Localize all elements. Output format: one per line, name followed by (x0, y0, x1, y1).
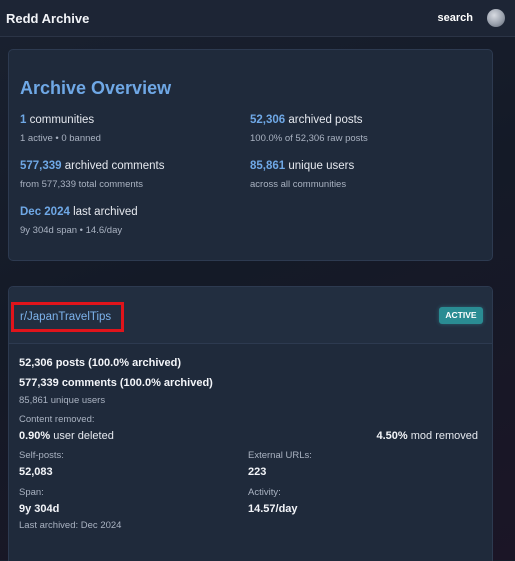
mod-removed-label: mod removed (410, 430, 478, 442)
brand-logo[interactable]: Redd Archive (6, 11, 89, 26)
user-deleted-stat: 0.90% user deleted (19, 430, 114, 442)
avatar[interactable] (487, 9, 505, 27)
status-badge: ACTIVE (439, 307, 483, 324)
stat-last-archived-label: last archived (73, 206, 138, 218)
user-deleted-pct: 0.90% (19, 430, 51, 442)
stat-users: 85,861 unique users across all communiti… (250, 160, 470, 190)
stat-comments: 577,339 archived comments from 577,339 t… (20, 160, 240, 190)
stat-posts: 52,306 archived posts 100.0% of 52,306 r… (250, 114, 470, 144)
posts-summary: 52,306 posts (100.0% archived) (19, 357, 182, 369)
stat-posts-value: 52,306 (250, 114, 286, 126)
archive-overview-card: Archive Overview 1 communities 1 active … (8, 49, 493, 261)
activity-value: 14.57/day (248, 503, 298, 515)
stat-last-archived-sub: 9y 304d span • 14.6/day (20, 225, 123, 236)
community-name-highlight: r/JapanTravelTips (11, 302, 124, 332)
stat-users-sub: across all communities (250, 179, 347, 190)
stat-users-value: 85,861 (250, 160, 286, 172)
span-label: Span: (19, 487, 44, 498)
users-summary: 85,861 unique users (19, 395, 106, 406)
community-link[interactable]: r/JapanTravelTips (20, 311, 111, 323)
mod-removed-stat: 4.50% mod removed (376, 430, 478, 442)
stat-comments-sub: from 577,339 total comments (20, 179, 144, 190)
stat-communities-sub: 1 active • 0 banned (20, 133, 101, 144)
stat-posts-sub: 100.0% of 52,306 raw posts (250, 133, 368, 144)
stat-last-archived-value: Dec 2024 (20, 206, 70, 218)
stat-comments-label: archived comments (64, 160, 165, 172)
overview-title: Archive Overview (20, 78, 172, 98)
external-urls-value: 223 (248, 466, 267, 478)
stat-posts-label: archived posts (288, 114, 363, 126)
stat-communities: 1 communities 1 active • 0 banned (20, 114, 240, 144)
mod-removed-pct: 4.50% (376, 430, 408, 442)
stat-users-label: unique users (288, 160, 355, 172)
last-archived-line: Last archived: Dec 2024 (19, 520, 122, 531)
community-card: r/JapanTravelTips ACTIVE 52,306 posts (1… (8, 286, 493, 561)
external-urls-label: External URLs: (248, 450, 312, 461)
user-deleted-label: user deleted (53, 430, 114, 442)
self-posts-label: Self-posts: (19, 450, 64, 461)
activity-label: Activity: (248, 487, 281, 498)
community-header: r/JapanTravelTips ACTIVE (9, 287, 492, 344)
search-link[interactable]: search (438, 12, 473, 24)
comments-summary: 577,339 comments (100.0% archived) (19, 377, 213, 389)
self-posts-value: 52,083 (19, 466, 53, 478)
stat-last-archived: Dec 2024 last archived 9y 304d span • 14… (20, 206, 240, 236)
span-value: 9y 304d (19, 503, 60, 515)
stat-communities-value: 1 (20, 114, 27, 126)
top-right-controls: search (438, 9, 505, 27)
stat-comments-value: 577,339 (20, 160, 62, 172)
top-bar: Redd Archive search (0, 0, 515, 37)
stat-communities-label: communities (29, 114, 95, 126)
content-removed-label: Content removed: (19, 414, 95, 425)
